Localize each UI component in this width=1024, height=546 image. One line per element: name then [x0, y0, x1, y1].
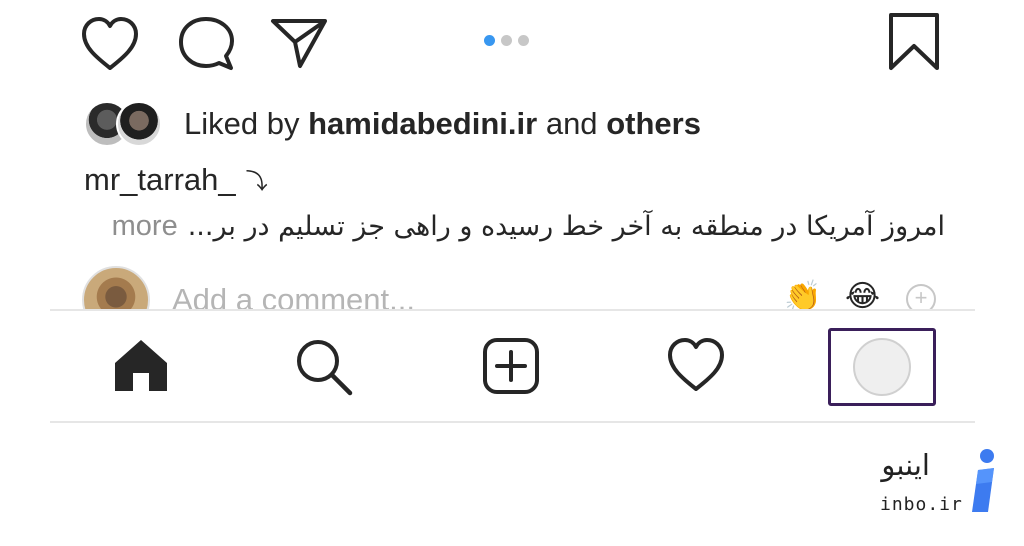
caption-body: more امروز آمریکا در منطقه به آخر خط رسی…: [100, 204, 945, 248]
inbo-watermark: اینبو inbo.ir: [880, 448, 1000, 518]
liked-by-label: Liked by: [184, 106, 300, 141]
profile-avatar: [853, 338, 911, 396]
carousel-dot: [518, 35, 529, 46]
comment-input[interactable]: Add a comment...: [172, 282, 415, 310]
nav-divider: [50, 421, 975, 423]
bottom-navigation: [50, 311, 975, 421]
bookmark-icon[interactable]: [888, 12, 940, 72]
carousel-dot-active: [484, 35, 495, 46]
carousel-indicator: [484, 35, 529, 47]
comment-bubble-icon[interactable]: [178, 16, 234, 72]
avatar: [116, 101, 162, 147]
current-user-avatar: [82, 266, 150, 310]
caption-text: امروز آمریکا در منطقه به آخر خط رسیده و …: [187, 210, 945, 242]
liked-by-and: and: [545, 106, 598, 141]
laugh-emoji-button[interactable]: 😂: [845, 282, 880, 311]
profile-tab[interactable]: [828, 328, 936, 406]
activity-heart-icon[interactable]: [666, 337, 726, 398]
new-post-icon[interactable]: [482, 337, 540, 400]
liked-by-username[interactable]: hamidabedini.ir: [308, 106, 537, 141]
liker-avatars: [84, 101, 168, 147]
add-emoji-icon[interactable]: +: [906, 284, 936, 310]
clap-emoji-button[interactable]: 👏: [784, 282, 821, 311]
likes-summary[interactable]: Liked by hamidabedini.ir and others: [84, 100, 701, 148]
add-comment-row: Add a comment... 👏 😂 +: [0, 266, 1024, 310]
home-icon[interactable]: [112, 337, 170, 398]
inbo-logo-icon: [968, 448, 998, 514]
caption-more-link[interactable]: more: [112, 210, 178, 243]
heart-icon[interactable]: [80, 16, 140, 72]
search-icon[interactable]: [294, 337, 354, 402]
liked-by-others-link[interactable]: others: [606, 106, 701, 141]
watermark-en-text: inbo.ir: [880, 494, 963, 515]
caption-username[interactable]: mr_tarrah_: [84, 162, 236, 198]
paper-plane-icon[interactable]: [270, 16, 328, 70]
caption-header: mr_tarrah_ ⤵: [84, 162, 268, 198]
post-action-row: [0, 0, 1024, 90]
carousel-dot: [501, 35, 512, 46]
reply-arrow-icon: ⤵: [245, 169, 268, 194]
likes-text: Liked by hamidabedini.ir and others: [184, 106, 701, 142]
watermark-fa-text: اینبو: [881, 448, 930, 482]
